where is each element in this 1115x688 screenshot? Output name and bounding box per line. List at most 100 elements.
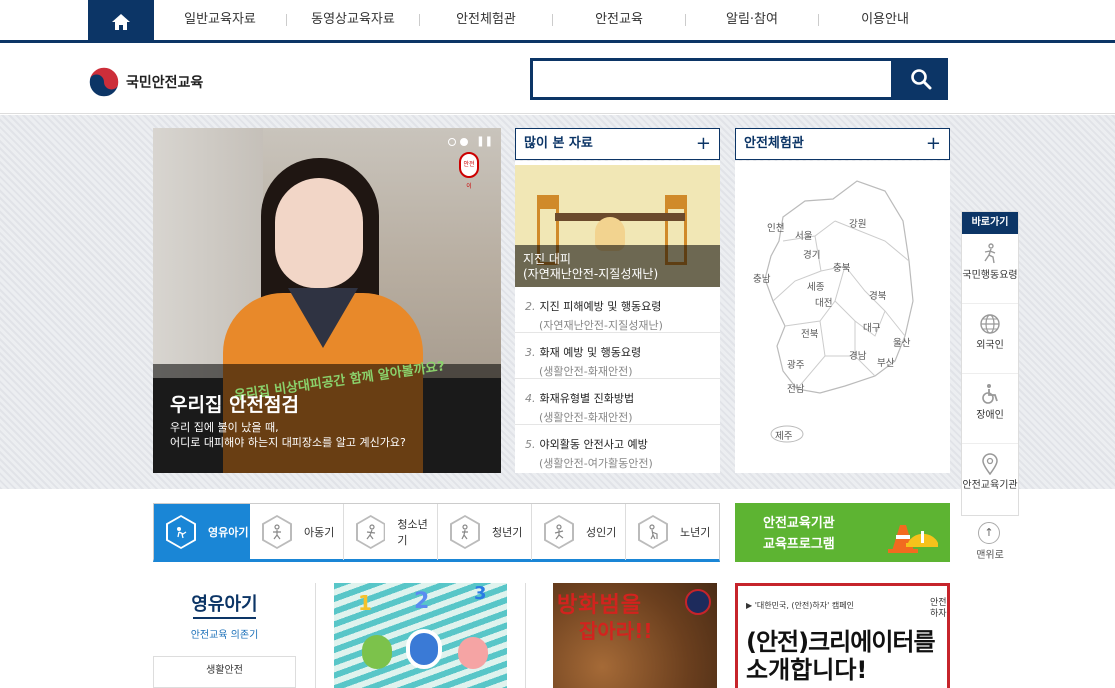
tab-child[interactable]: 아동기: [250, 504, 344, 560]
tab-label: 아동기: [304, 526, 335, 539]
region-label[interactable]: 충남: [753, 271, 770, 285]
experience-header[interactable]: 안전체험관 +: [735, 128, 950, 160]
list-item-number: 4.: [525, 392, 536, 405]
quick-link-institution[interactable]: 안전교육기관: [962, 444, 1018, 514]
nav-item-video[interactable]: 동영상교육자료: [287, 0, 419, 40]
list-item[interactable]: 5. 야외활동 안전사고 예방 (생활안전-여가활동안전): [515, 425, 720, 471]
tab-label: 청년기: [492, 526, 523, 539]
quick-link-label: 안전교육기관: [962, 480, 1018, 491]
mostview-panel: 지진 대피 (자연재난안전-지질성재난) 2. 지진 피해예방 및 행동요령 (자…: [515, 161, 720, 473]
thumb-table: [555, 213, 685, 221]
plus-icon[interactable]: +: [696, 129, 711, 159]
tab-label: 성인기: [586, 526, 617, 539]
list-item-category: (생활안전-여가활동안전): [539, 457, 653, 470]
region-label[interactable]: 전북: [801, 326, 818, 340]
site-logo[interactable]: 국민안전교육: [88, 66, 203, 98]
pause-icon[interactable]: ❚❚: [476, 136, 493, 147]
nav-item-guide[interactable]: 이용안내: [819, 0, 951, 40]
institution-program-banner[interactable]: 안전교육기관 교육프로그램: [735, 503, 950, 562]
banner-dot-2[interactable]: [460, 137, 469, 146]
wheelchair-icon: [978, 382, 1002, 406]
region-label[interactable]: 충북: [833, 260, 850, 274]
nav-item-education[interactable]: 안전교육: [553, 0, 685, 40]
content-card-numbers[interactable]: 1 2 3: [334, 583, 507, 688]
card-character-crong: [362, 635, 392, 669]
tab-young-adult[interactable]: 청년기: [438, 504, 532, 560]
location-pin-icon: [978, 452, 1002, 476]
list-item-title: 지진 피해예방 및 행동요령: [539, 300, 662, 313]
region-label[interactable]: 대구: [863, 320, 880, 334]
region-label[interactable]: 부산: [877, 355, 894, 369]
banner-dot-1[interactable]: [448, 137, 457, 146]
mostview-header[interactable]: 많이 본 자료 +: [515, 128, 720, 160]
nav-item-notice[interactable]: 알림·참여: [686, 0, 818, 40]
mostview-feature-thumbnail[interactable]: 지진 대피 (자연재난안전-지질성재난): [515, 165, 720, 287]
category-button[interactable]: 생활안전: [153, 656, 296, 688]
region-label[interactable]: 전남: [787, 381, 804, 395]
region-label[interactable]: 경북: [869, 288, 886, 302]
top-navigation: 일반교육자료 동영상교육자료 안전체험관 안전교육 알림·참여 이용안내: [0, 0, 1115, 43]
quick-link-disabled[interactable]: 장애인: [962, 374, 1018, 444]
senior-icon: [638, 515, 668, 549]
list-item[interactable]: 2. 지진 피해예방 및 행동요령 (자연재난안전-지질성재난): [515, 287, 720, 333]
quick-link-label: 국민행동요령: [962, 270, 1018, 281]
region-label[interactable]: 경기: [803, 247, 820, 261]
scroll-top-button[interactable]: ↑: [978, 522, 1000, 544]
age-tab-bar: 영유아기 아동기 청소년기 청년기 성인기 노년기: [153, 503, 720, 562]
divider: [315, 583, 316, 688]
region-label[interactable]: 광주: [787, 357, 804, 371]
korea-map-icon[interactable]: [735, 161, 950, 473]
arrow-up-icon: ↑: [984, 526, 994, 539]
banner-subtitle: 우리 집에 불이 났을 때, 어디로 대피해야 하는지 대피장소를 알고 계신가…: [170, 420, 490, 450]
region-label[interactable]: 서울: [795, 228, 812, 242]
tab-label: 청소년기: [397, 518, 428, 547]
banner-subtitle-line2: 어디로 대피해야 하는지 대피장소를 알고 계신가요?: [170, 436, 406, 449]
search-input[interactable]: [530, 58, 894, 100]
safety-helmet-cone-icon: [888, 525, 938, 553]
quick-link-label: 장애인: [976, 410, 1004, 421]
experience-title: 안전체험관: [744, 136, 804, 151]
quick-link-label: 외국인: [976, 340, 1004, 351]
nav-item-general[interactable]: 일반교육자료: [154, 0, 286, 40]
region-label[interactable]: 강원: [849, 216, 866, 230]
list-item[interactable]: 3. 화재 예방 및 행동요령 (생활안전-화재안전): [515, 333, 720, 379]
banner-person-face: [275, 178, 363, 288]
region-label[interactable]: 인천: [767, 220, 784, 234]
tab-label: 노년기: [680, 526, 711, 539]
search-icon: [911, 69, 932, 90]
content-card-arsonist[interactable]: 방화범을 잡아라!!: [553, 583, 717, 688]
region-label[interactable]: 대전: [815, 295, 832, 309]
card-deco-number: 1: [358, 591, 372, 615]
card2-title: 잡아라!!: [579, 619, 653, 643]
child-icon: [262, 515, 292, 549]
home-button[interactable]: [88, 0, 154, 43]
youth-icon: [356, 515, 386, 549]
tab-adult[interactable]: 성인기: [532, 504, 626, 560]
card3-corner-text: 안전하자: [930, 598, 947, 619]
region-label[interactable]: 세종: [807, 279, 824, 293]
tab-senior[interactable]: 노년기: [626, 504, 719, 560]
plus-icon[interactable]: +: [926, 129, 941, 159]
list-item[interactable]: 4. 화재유형별 진화방법 (생활안전-화재안전): [515, 379, 720, 425]
section-subtitle: 안전교육 의존기: [190, 630, 259, 641]
banner-subtitle-line1: 우리 집에 불이 났을 때,: [170, 421, 279, 434]
region-label[interactable]: 울산: [893, 335, 910, 349]
quick-link-foreigner[interactable]: 외국인: [962, 304, 1018, 374]
list-item-category: (생활안전-화재안전): [539, 411, 633, 424]
nav-item-experience[interactable]: 안전체험관: [420, 0, 552, 40]
list-item-title: 화재 예방 및 행동요령: [539, 346, 642, 359]
tab-infant[interactable]: 영유아기: [154, 504, 250, 560]
main-banner[interactable]: 안전이 ❚❚ 우리집 비상대피공간 함께 알아볼까요? 우리집 안전점검 우리 …: [153, 128, 501, 473]
region-label[interactable]: 경남: [849, 348, 866, 362]
quick-links-title: 바로가기: [962, 212, 1018, 234]
card3-campaign: ▶ '대한민국, (안전)하자' 캠페인: [746, 601, 854, 610]
region-label[interactable]: 제주: [775, 428, 792, 442]
adult-icon: [544, 515, 574, 549]
search-button[interactable]: [894, 58, 948, 100]
tab-youth[interactable]: 청소년기: [344, 504, 438, 560]
quick-link-action-guide[interactable]: 국민행동요령: [962, 234, 1018, 304]
content-card-creator[interactable]: ▶ '대한민국, (안전)하자' 캠페인 (안전)크리에이터를 소개합니다! 안…: [735, 583, 950, 688]
banner-controls: ❚❚: [448, 136, 493, 147]
young-adult-icon: [450, 515, 480, 549]
fire-department-emblem-icon: [685, 589, 711, 615]
